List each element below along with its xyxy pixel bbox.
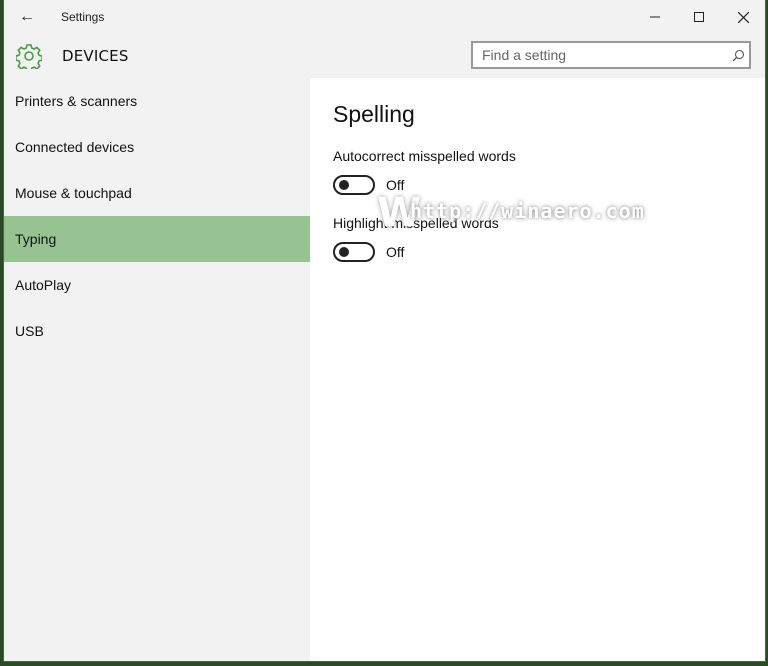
sidebar-item-typing[interactable]: Typing xyxy=(4,216,310,262)
gear-icon xyxy=(16,44,42,69)
toggle-knob xyxy=(339,247,349,257)
page-header: DEVICES xyxy=(4,34,765,78)
autocorrect-label: Autocorrect misspelled words xyxy=(333,148,516,164)
sidebar-item-mouse-touchpad[interactable]: Mouse & touchpad xyxy=(4,170,310,216)
sidebar-item-printers-scanners[interactable]: Printers & scanners xyxy=(4,78,310,124)
page-title: DEVICES xyxy=(62,47,129,65)
main-content: Spelling Autocorrect misspelled words Of… xyxy=(310,78,765,661)
highlight-toggle-row: Off xyxy=(333,242,404,262)
sidebar: Printers & scanners Connected devices Mo… xyxy=(4,78,310,661)
sidebar-item-connected-devices[interactable]: Connected devices xyxy=(4,124,310,170)
close-icon xyxy=(737,11,749,23)
window-title: Settings xyxy=(61,10,105,24)
sidebar-item-usb[interactable]: USB xyxy=(4,308,310,354)
window-controls xyxy=(633,0,765,34)
highlight-state: Off xyxy=(386,244,405,260)
minimize-icon xyxy=(650,16,660,18)
sidebar-item-autoplay[interactable]: AutoPlay xyxy=(4,262,310,308)
back-button[interactable]: ← xyxy=(4,0,50,34)
title-bar: ← Settings xyxy=(4,0,765,34)
maximize-button[interactable] xyxy=(677,0,721,34)
toggle-knob xyxy=(339,180,349,190)
search-icon[interactable] xyxy=(727,44,749,66)
autocorrect-toggle[interactable] xyxy=(333,175,375,195)
close-button[interactable] xyxy=(721,0,765,34)
search-box[interactable] xyxy=(471,41,751,69)
maximize-icon xyxy=(694,12,704,22)
section-heading: Spelling xyxy=(333,101,415,127)
settings-window: ← Settings DEVICES Find a setting Printe… xyxy=(4,0,765,661)
minimize-button[interactable] xyxy=(633,0,677,34)
highlight-toggle[interactable] xyxy=(333,242,375,262)
arrow-left-icon: ← xyxy=(19,8,35,25)
watermark-text: http://winaero.com xyxy=(410,199,645,223)
search-input[interactable] xyxy=(473,46,727,64)
